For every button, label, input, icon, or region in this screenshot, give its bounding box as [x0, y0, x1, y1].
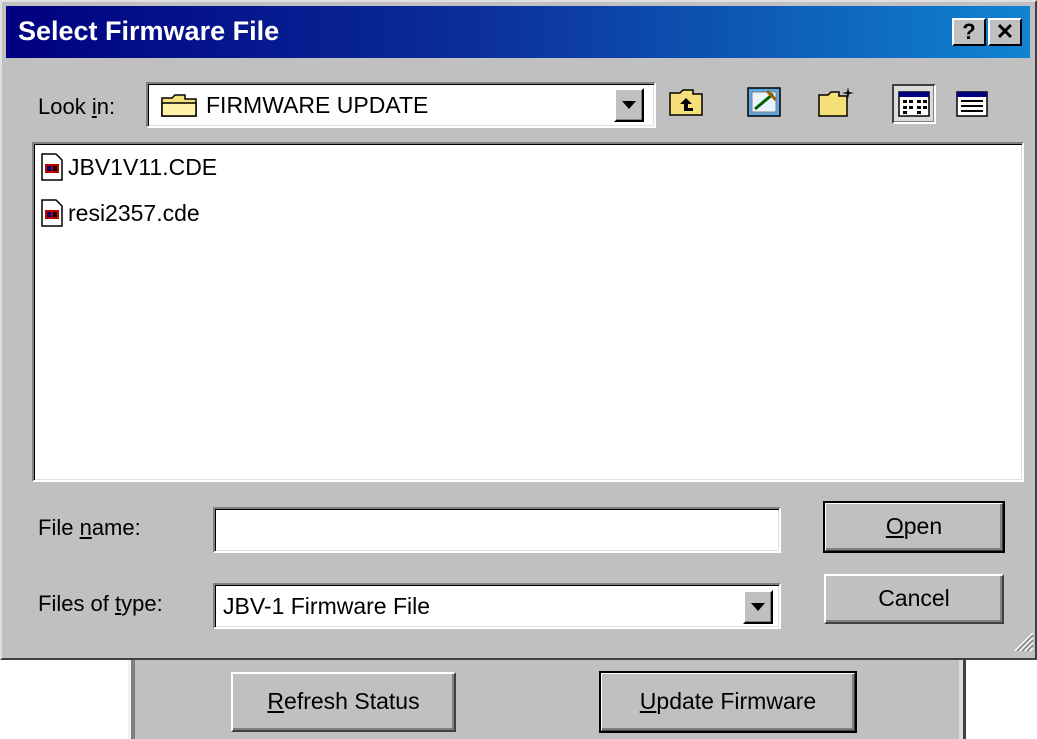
file-list[interactable]: JBV1V11.CDE resi2357.cde — [32, 142, 1024, 482]
file-item-resi2357[interactable]: resi2357.cde — [40, 198, 200, 228]
look-in-dropdown-button[interactable] — [614, 88, 644, 122]
list-view-button[interactable] — [892, 84, 936, 124]
cancel-label: Cancel — [878, 585, 950, 611]
title-bar[interactable]: Select Firmware File ? ✕ — [6, 6, 1030, 58]
chevron-down-icon — [622, 101, 636, 109]
up-one-level-button[interactable] — [664, 82, 708, 122]
file-icon — [41, 153, 63, 181]
update-firmware-label: Update Firmware — [639, 688, 817, 714]
files-of-type-combobox[interactable]: JBV-1 Firmware File — [213, 583, 781, 629]
resize-grip-icon[interactable] — [1012, 630, 1034, 652]
chevron-down-icon — [751, 603, 765, 611]
close-button[interactable]: ✕ — [988, 18, 1022, 46]
files-of-type-label: Files of type: — [38, 591, 163, 616]
refresh-status-button[interactable]: Refresh Status — [231, 672, 456, 732]
look-in-combobox[interactable]: FIRMWARE UPDATE — [146, 82, 656, 128]
file-name-label: File name: — [38, 515, 141, 540]
cancel-button[interactable]: Cancel — [824, 574, 1004, 624]
open-label: Open — [885, 513, 943, 539]
desktop-icon — [747, 87, 781, 117]
look-in-value: FIRMWARE UPDATE — [206, 92, 429, 118]
help-icon: ? — [962, 19, 976, 44]
new-folder-icon — [818, 87, 854, 117]
file-name-label: resi2357.cde — [68, 199, 200, 226]
close-icon: ✕ — [995, 19, 1015, 44]
dialog-title: Select Firmware File — [18, 16, 280, 46]
list-view-icon — [898, 91, 930, 117]
files-of-type-dropdown-button[interactable] — [743, 590, 773, 624]
folder-icon — [161, 94, 197, 117]
update-firmware-button[interactable]: Update Firmware — [599, 671, 857, 733]
help-button[interactable]: ? — [952, 18, 986, 46]
details-view-button[interactable] — [950, 84, 994, 124]
file-name-input[interactable] — [213, 507, 781, 553]
file-item-jbv1v11[interactable]: JBV1V11.CDE — [40, 152, 217, 182]
files-of-type-value: JBV-1 Firmware File — [223, 593, 431, 619]
file-icon — [41, 199, 63, 227]
new-folder-button[interactable] — [814, 82, 858, 122]
file-name-label: JBV1V11.CDE — [68, 153, 218, 180]
up-folder-icon — [669, 89, 703, 116]
details-view-icon — [956, 91, 988, 117]
desktop-button[interactable] — [742, 82, 786, 122]
look-in-label: Look in: — [38, 94, 116, 119]
refresh-status-label: Refresh Status — [267, 688, 420, 714]
open-button[interactable]: Open — [823, 501, 1005, 553]
